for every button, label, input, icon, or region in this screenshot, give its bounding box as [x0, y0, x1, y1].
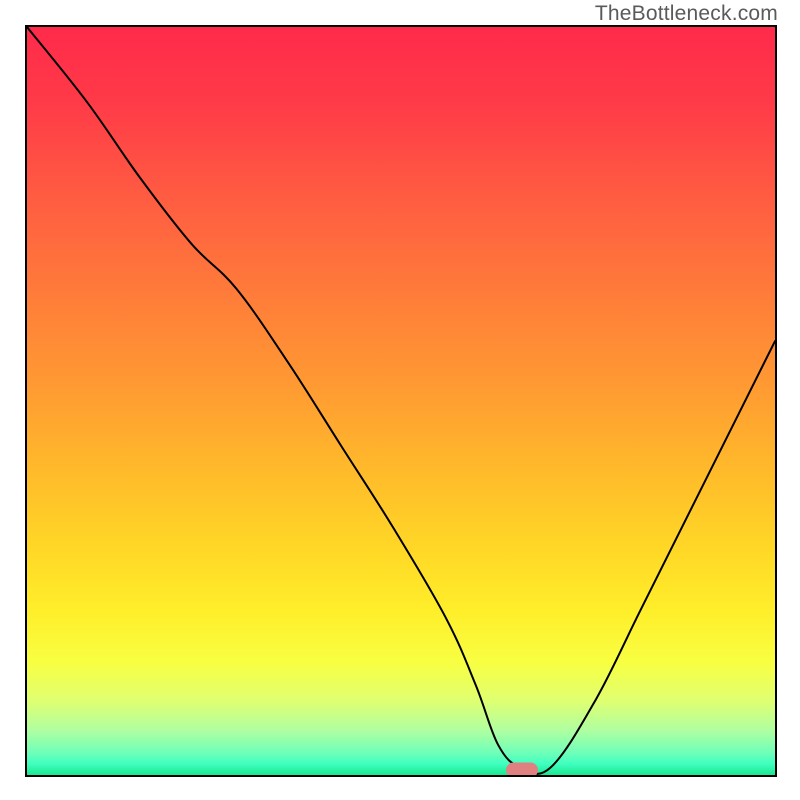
bottleneck-curve: [27, 27, 775, 775]
chart-container: TheBottleneck.com: [0, 0, 800, 800]
plot-area: [25, 25, 777, 777]
watermark-text: TheBottleneck.com: [595, 2, 778, 26]
optimal-point-marker: [506, 762, 538, 777]
